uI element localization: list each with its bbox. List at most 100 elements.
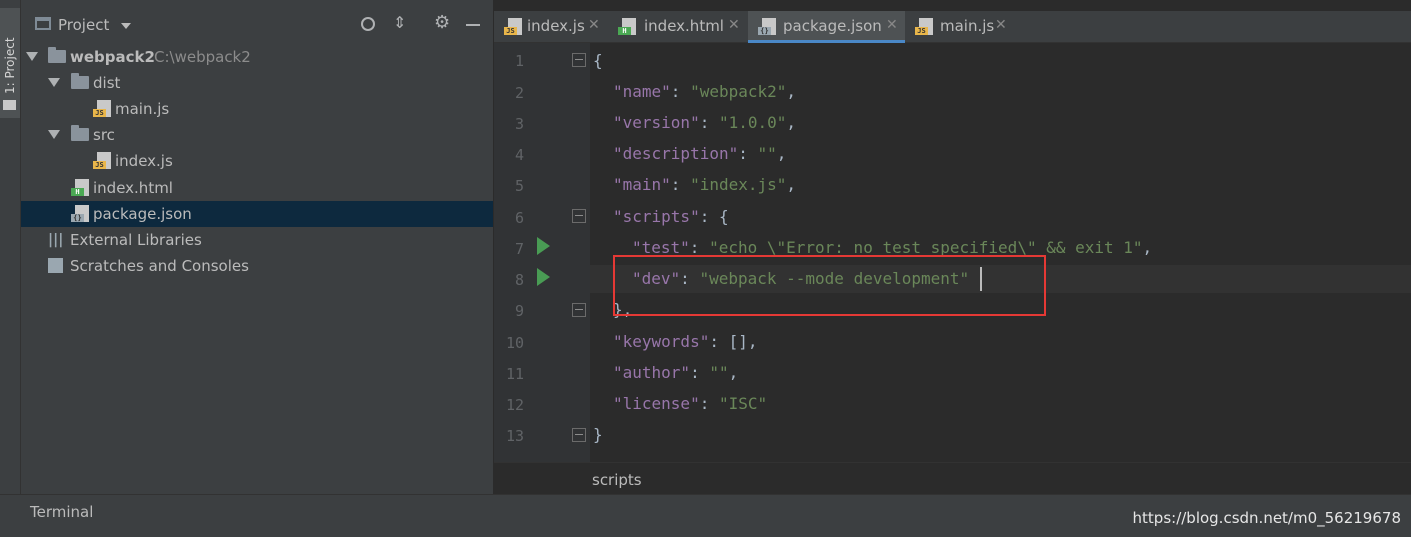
line-number: 12 — [505, 396, 524, 414]
json-value: "" — [757, 144, 777, 163]
json-key: "keywords" — [613, 332, 710, 351]
gear-icon[interactable]: ⚙ — [434, 14, 450, 32]
run-script-icon[interactable] — [537, 237, 550, 255]
tree-item-src-index-js[interactable]: JS index.js — [21, 148, 493, 174]
code-line-11: "author": "", — [613, 363, 739, 382]
tree-item-label: index.js — [115, 152, 173, 170]
tree-item-path: C:\webpack2 — [154, 48, 251, 66]
project-view-title[interactable]: Project — [58, 16, 109, 34]
hide-panel-icon[interactable] — [466, 24, 480, 26]
line-number: 1 — [514, 52, 524, 70]
line-number: 13 — [505, 427, 524, 445]
code-line-12: "license": "ISC" — [613, 394, 768, 413]
tab-index-js[interactable]: JS index.js ✕ — [494, 11, 608, 42]
html-file-icon: H — [618, 18, 636, 35]
tree-item-label: package.json — [93, 205, 192, 223]
tree-item-external-libraries[interactable]: ||| External Libraries — [21, 227, 493, 253]
code-line-10: "keywords": [], — [613, 332, 758, 351]
run-script-icon[interactable] — [537, 268, 550, 286]
project-tool-tab-label: 1: Project — [3, 37, 17, 94]
code-punct: { — [593, 51, 603, 70]
line-number: 3 — [514, 115, 524, 133]
folder-icon — [3, 100, 16, 110]
tree-item-src[interactable]: src — [21, 122, 493, 148]
json-key: "name" — [613, 82, 671, 101]
code-line-1: { — [593, 51, 603, 70]
line-number: 6 — [514, 209, 524, 227]
js-file-icon: JS — [915, 18, 933, 35]
fold-marker-icon[interactable] — [572, 303, 586, 317]
json-value: "1.0.0" — [718, 113, 787, 132]
html-file-icon: H — [71, 179, 89, 196]
bottom-tool-bar: Terminal https://blog.csdn.net/m0_562196… — [0, 494, 1411, 537]
line-number: 4 — [514, 146, 524, 164]
tree-item-package-json[interactable]: {} package.json — [21, 201, 493, 227]
collapse-all-icon[interactable]: ⇕ — [393, 15, 406, 31]
tree-item-scratches[interactable]: Scratches and Consoles — [21, 253, 493, 279]
tree-item-label: webpack2 — [70, 48, 155, 66]
json-file-icon: {} — [71, 205, 89, 222]
expand-arrow-icon[interactable] — [26, 52, 38, 61]
tree-item-dist[interactable]: dist — [21, 70, 493, 96]
json-value: "index.js" — [690, 175, 787, 194]
json-key: "main" — [613, 175, 671, 194]
folder-icon — [71, 73, 89, 89]
tab-main-js[interactable]: JS main.js ✕ — [905, 11, 1015, 42]
chevron-down-icon[interactable] — [121, 23, 131, 29]
tree-item-index-html[interactable]: H index.html — [21, 175, 493, 201]
folder-icon — [71, 125, 89, 141]
json-key: "license" — [613, 394, 700, 413]
fold-marker-icon[interactable] — [572, 53, 586, 67]
tree-item-label: dist — [93, 74, 121, 92]
json-value: "" — [709, 363, 729, 382]
tab-label: index.js — [527, 17, 585, 35]
project-tool-tab[interactable]: 1: Project — [0, 8, 20, 118]
tab-index-html[interactable]: H index.html ✕ — [608, 11, 748, 42]
editor-tab-bar: JS index.js ✕ H index.html ✕ {} package.… — [494, 11, 1411, 43]
code-line-6: "scripts": { — [613, 207, 729, 226]
json-key: "version" — [613, 113, 700, 132]
json-value: "webpack2" — [690, 82, 787, 101]
code-line-2: "name": "webpack2", — [613, 82, 797, 101]
code-line-3: "version": "1.0.0", — [613, 113, 797, 132]
project-panel-header: Project ⇕ ⚙ — [21, 10, 493, 42]
tab-package-json[interactable]: {} package.json ✕ — [748, 11, 905, 43]
close-icon[interactable]: ✕ — [995, 17, 1007, 33]
line-number: 5 — [514, 177, 524, 195]
tree-item-webpack2[interactable]: webpack2 C:\webpack2 — [21, 44, 493, 70]
locate-file-icon[interactable] — [361, 17, 375, 31]
json-key: "scripts" — [613, 207, 700, 226]
line-number: 11 — [505, 365, 524, 383]
tab-label: index.html — [644, 17, 724, 35]
json-value: "ISC" — [718, 394, 768, 413]
js-file-icon: JS — [93, 100, 111, 117]
tree-item-dist-main-js[interactable]: JS main.js — [21, 96, 493, 122]
folder-icon — [48, 47, 66, 63]
close-icon[interactable]: ✕ — [588, 17, 600, 33]
line-number: 2 — [514, 84, 524, 102]
breadcrumb-item[interactable]: scripts — [592, 471, 642, 489]
scratches-icon — [48, 258, 63, 273]
line-number: 7 — [514, 240, 524, 258]
fold-marker-icon[interactable] — [572, 209, 586, 223]
tree-item-label: src — [93, 126, 115, 144]
project-view-icon — [35, 17, 51, 30]
code-line-5: "main": "index.js", — [613, 175, 797, 194]
line-number: 10 — [505, 334, 524, 352]
json-key: "author" — [613, 363, 691, 382]
expand-arrow-icon[interactable] — [48, 130, 60, 139]
expand-arrow-icon[interactable] — [48, 78, 60, 87]
annotation-highlight-box — [613, 255, 1046, 316]
tree-item-label: index.html — [93, 179, 173, 197]
close-icon[interactable]: ✕ — [728, 17, 740, 33]
tree-item-label: Scratches and Consoles — [70, 257, 249, 275]
code-line-4: "description": "", — [613, 144, 787, 163]
close-icon[interactable]: ✕ — [886, 17, 898, 33]
tab-label: package.json — [783, 17, 882, 35]
json-file-icon: {} — [758, 18, 776, 35]
terminal-tab[interactable]: Terminal — [30, 503, 93, 521]
project-panel: Project ⇕ ⚙ webpack2 C:\webpack2 dist JS… — [21, 0, 493, 494]
watermark-text: https://blog.csdn.net/m0_56219678 — [1132, 509, 1401, 527]
tree-item-label: External Libraries — [70, 231, 202, 249]
fold-marker-icon[interactable] — [572, 428, 586, 442]
